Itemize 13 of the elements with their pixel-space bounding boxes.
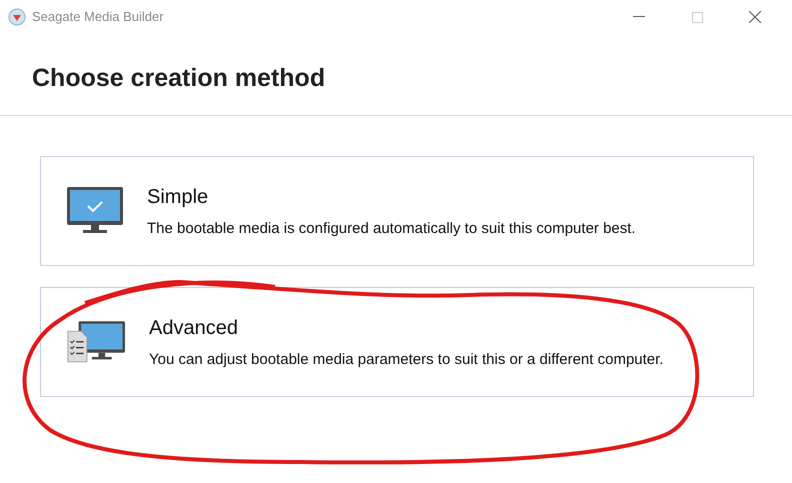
close-icon: [749, 11, 761, 23]
minimize-icon: [633, 16, 645, 18]
option-description: The bootable media is configured automatically to suit this computer best.: [147, 219, 637, 239]
maximize-icon: [692, 12, 702, 22]
app-logo-icon: [8, 8, 26, 26]
option-title: Simple: [147, 185, 210, 210]
option-card[interactable]: Advanced You can adjust bootable media parameters to suit this or a different computer.: [40, 287, 754, 397]
monitor-check-icon: [67, 187, 123, 235]
option-title: Advanced: [149, 316, 239, 341]
option-description: You can adjust bootable media parameters to suit this or a different computer.: [149, 350, 664, 370]
page-heading: Choose creation method: [32, 63, 326, 94]
option-card[interactable]: Simple The bootable media is configured automatically to suit this computer best.: [40, 156, 754, 266]
window-title: Seagate Media Builder: [32, 8, 164, 26]
